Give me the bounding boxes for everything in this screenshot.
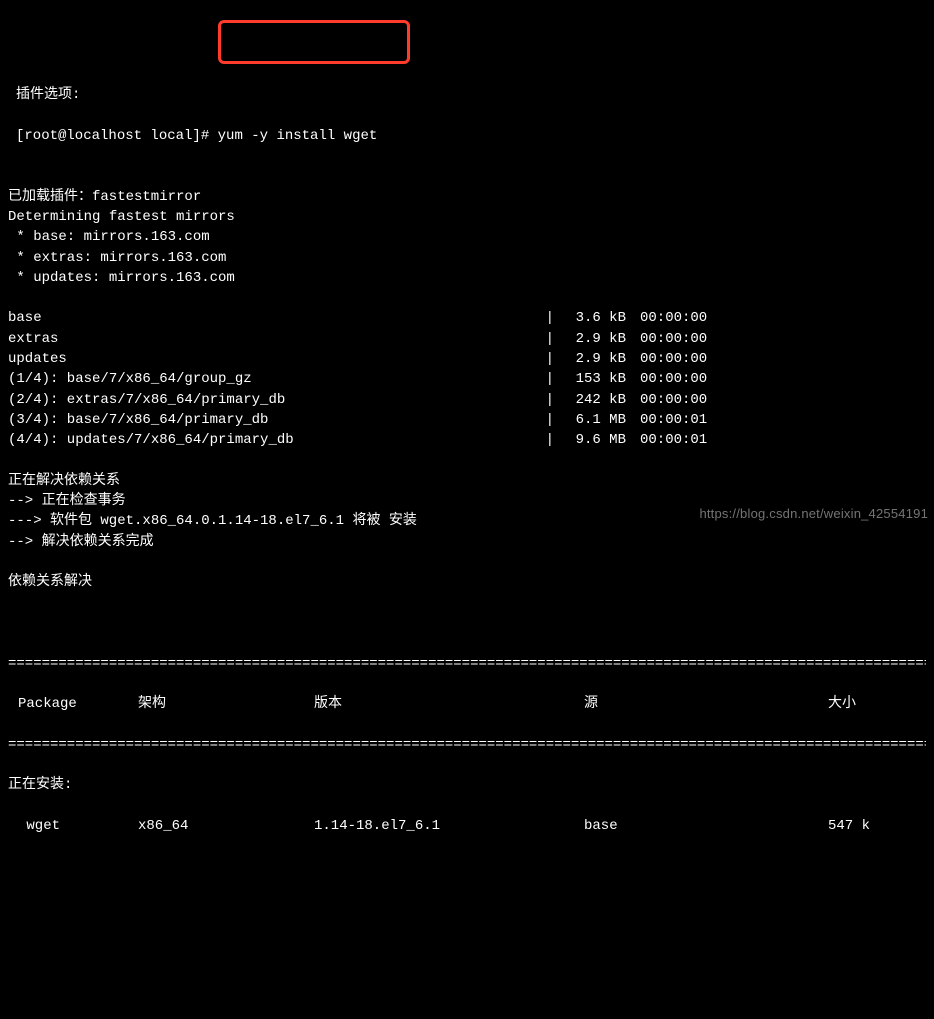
- repo-progress-row: base |3.6 kB00:00:00: [8, 308, 926, 328]
- command-highlight-annotation: [218, 20, 410, 64]
- shell-prompt: [root@localhost local]#: [16, 128, 218, 144]
- separator-pipe: |: [546, 410, 558, 430]
- repo-size: 2.9 kB: [558, 349, 626, 369]
- repo-name: base: [8, 308, 42, 328]
- repo-name: (2/4): extras/7/x86_64/primary_db: [8, 390, 285, 410]
- repo-name: extras: [8, 329, 58, 349]
- cell-package: wget: [8, 816, 138, 836]
- plugin-options-label: 插件选项:: [8, 85, 926, 105]
- typed-command: yum -y install wget: [218, 128, 378, 144]
- repo-size: 2.9 kB: [558, 329, 626, 349]
- separator-pipe: |: [546, 390, 558, 410]
- repo-time: 00:00:00: [626, 308, 716, 328]
- repo-size: 6.1 MB: [558, 410, 626, 430]
- output-line: Determining fastest mirrors: [8, 207, 926, 227]
- cell-arch: x86_64: [138, 816, 314, 836]
- repo-time: 00:00:00: [626, 369, 716, 389]
- separator-pipe: |: [546, 430, 558, 450]
- repo-size: 3.6 kB: [558, 308, 626, 328]
- output-line: * updates: mirrors.163.com: [8, 268, 926, 288]
- cell-size: 547 k: [828, 816, 908, 836]
- shell-prompt-line[interactable]: [root@localhost local]# yum -y install w…: [8, 126, 926, 146]
- col-header-version: 版本: [314, 694, 584, 714]
- watermark-text: https://blog.csdn.net/weixin_42554191: [699, 505, 928, 524]
- repo-name: (4/4): updates/7/x86_64/primary_db: [8, 430, 294, 450]
- installing-section-label: 正在安装:: [8, 775, 926, 795]
- package-table-row: wgetx86_641.14-18.el7_6.1base547 k: [8, 816, 926, 836]
- repo-name: (3/4): base/7/x86_64/primary_db: [8, 410, 268, 430]
- repo-time: 00:00:01: [626, 430, 716, 450]
- output-line: 正在解决依赖关系: [8, 471, 926, 491]
- separator-pipe: |: [546, 349, 558, 369]
- repo-name: (1/4): base/7/x86_64/group_gz: [8, 369, 252, 389]
- repo-progress-row: updates |2.9 kB00:00:00: [8, 349, 926, 369]
- cell-version: 1.14-18.el7_6.1: [314, 816, 584, 836]
- repo-time: 00:00:00: [626, 329, 716, 349]
- separator-pipe: |: [546, 369, 558, 389]
- col-header-arch: 架构: [138, 694, 314, 714]
- repo-time: 00:00:01: [626, 410, 716, 430]
- repo-progress-row: (1/4): base/7/x86_64/group_gz |153 kB00:0…: [8, 369, 926, 389]
- table-divider-mid: ========================================…: [8, 735, 926, 755]
- repo-name: updates: [8, 349, 67, 369]
- output-line: 已加载插件：fastestmirror: [8, 187, 926, 207]
- repo-time: 00:00:00: [626, 390, 716, 410]
- repo-progress-row: (3/4): base/7/x86_64/primary_db |6.1 MB00…: [8, 410, 926, 430]
- repo-size: 153 kB: [558, 369, 626, 389]
- repo-progress-row: (2/4): extras/7/x86_64/primary_db |242 kB…: [8, 390, 926, 410]
- separator-pipe: |: [546, 308, 558, 328]
- output-line: * base: mirrors.163.com: [8, 227, 926, 247]
- output-line: * extras: mirrors.163.com: [8, 248, 926, 268]
- repo-progress-row: extras |2.9 kB00:00:00: [8, 329, 926, 349]
- output-line: [8, 552, 926, 572]
- repo-time: 00:00:00: [626, 349, 716, 369]
- output-line: --> 解决依赖关系完成: [8, 532, 926, 552]
- output-line: 依赖关系解决: [8, 572, 926, 592]
- separator-pipe: |: [546, 329, 558, 349]
- output-line: [8, 593, 926, 613]
- package-table-header: Package 架构 版本 源 大小: [8, 694, 926, 714]
- col-header-package: Package: [8, 694, 138, 714]
- table-divider-top: ========================================…: [8, 654, 926, 674]
- col-header-repo: 源: [584, 694, 828, 714]
- col-header-size: 大小: [828, 694, 908, 714]
- cell-repo: base: [584, 816, 828, 836]
- repo-size: 242 kB: [558, 390, 626, 410]
- repo-size: 9.6 MB: [558, 430, 626, 450]
- repo-progress-row: (4/4): updates/7/x86_64/primary_db |9.6 M…: [8, 430, 926, 450]
